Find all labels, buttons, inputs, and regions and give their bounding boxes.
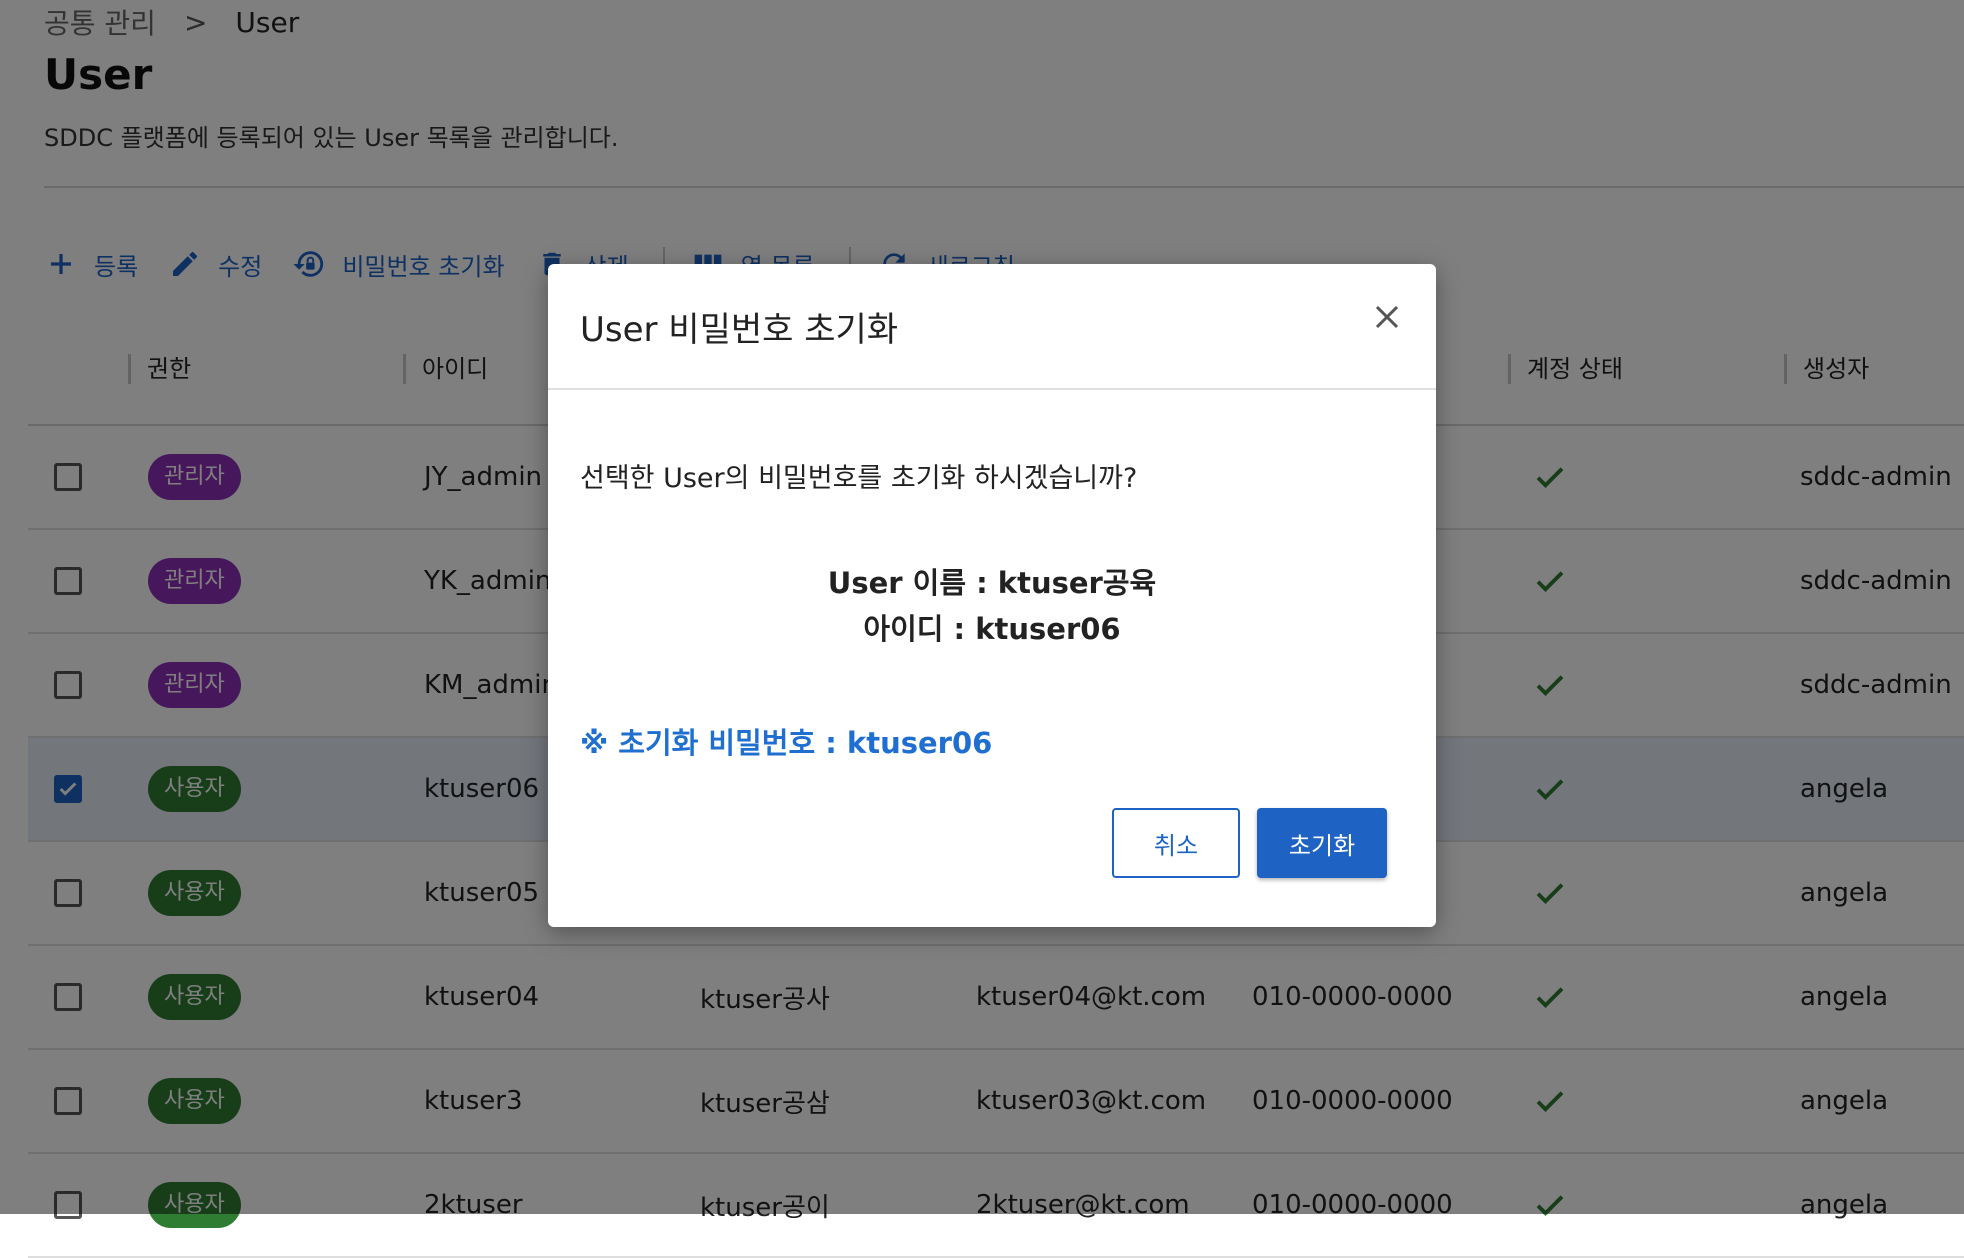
dialog-header: User 비밀번호 초기화 [548,264,1436,390]
close-icon [1375,305,1399,329]
dialog-title: User 비밀번호 초기화 [580,310,899,350]
cancel-button[interactable]: 취소 [1112,808,1240,878]
dialog-question: 선택한 User의 비밀번호를 초기화 하시겠습니까? [580,463,1138,494]
dialog-user-name: User 이름 : ktuser공육 [827,566,1157,600]
dialog-user-info: User 이름 : ktuser공육 아이디 : ktuser06 [548,560,1436,652]
dialog-reset-note: ※ 초기화 비밀번호 : ktuser06 [580,726,993,760]
dialog-user-id: 아이디 : ktuser06 [863,612,1121,646]
reset-password-dialog: User 비밀번호 초기화 선택한 User의 비밀번호를 초기화 하시겠습니까… [548,264,1436,927]
user-management-page: 공통 관리 > User User SDDC 플랫폼에 등록되어 있는 User… [0,0,1964,1258]
confirm-reset-button[interactable]: 초기화 [1257,808,1387,878]
close-button[interactable] [1362,292,1412,342]
